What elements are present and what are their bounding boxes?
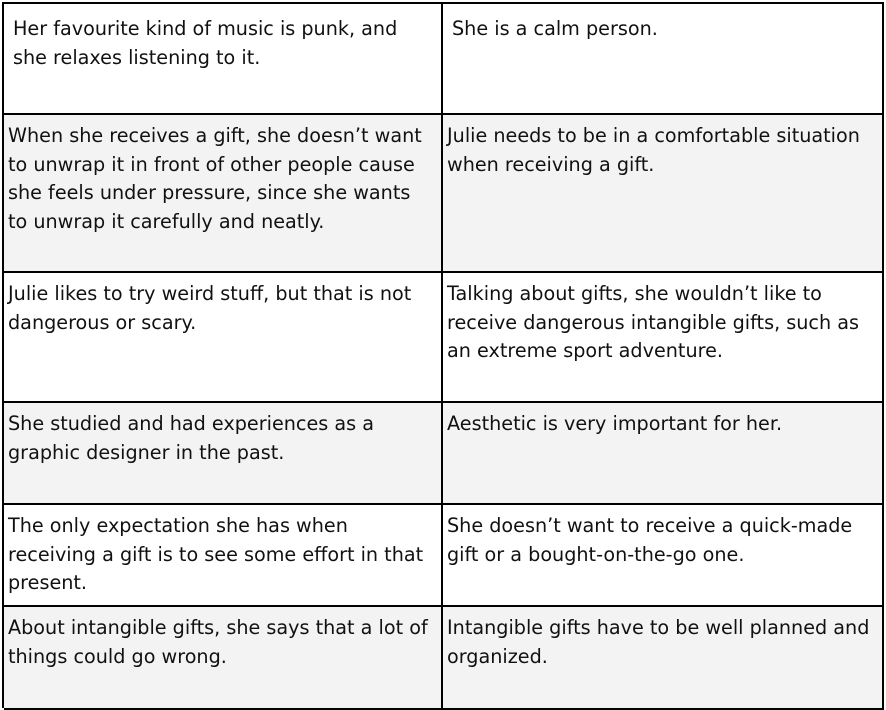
observation-cell: Julie likes to try weird stuff, but that… bbox=[4, 273, 443, 401]
table-row: Her favourite kind of music is punk, and… bbox=[4, 4, 884, 115]
observation-cell: The only expectation she has when receiv… bbox=[4, 505, 443, 605]
observation-insight-table: Her favourite kind of music is punk, and… bbox=[2, 2, 884, 710]
insight-cell: She doesn’t want to receive a quick-made… bbox=[443, 505, 884, 605]
table-row: She studied and had experiences as a gra… bbox=[4, 403, 884, 505]
observation-cell: When she receives a gift, she doesn’t wa… bbox=[4, 115, 443, 271]
observation-cell: She studied and had experiences as a gra… bbox=[4, 403, 443, 503]
table-row: When she receives a gift, she doesn’t wa… bbox=[4, 115, 884, 273]
insight-cell: Julie needs to be in a comfortable situa… bbox=[443, 115, 884, 271]
observation-cell: Her favourite kind of music is punk, and… bbox=[4, 4, 443, 113]
observation-cell: About intangible gifts, she says that a … bbox=[4, 607, 443, 708]
insight-cell: She is a calm person. bbox=[443, 4, 884, 113]
table-row: The only expectation she has when receiv… bbox=[4, 505, 884, 607]
table-row: About intangible gifts, she says that a … bbox=[4, 607, 884, 710]
insight-cell: Talking about gifts, she wouldn’t like t… bbox=[443, 273, 884, 401]
insight-cell: Intangible gifts have to be well planned… bbox=[443, 607, 884, 708]
table-row: Julie likes to try weird stuff, but that… bbox=[4, 273, 884, 403]
insight-cell: Aesthetic is very important for her. bbox=[443, 403, 884, 503]
